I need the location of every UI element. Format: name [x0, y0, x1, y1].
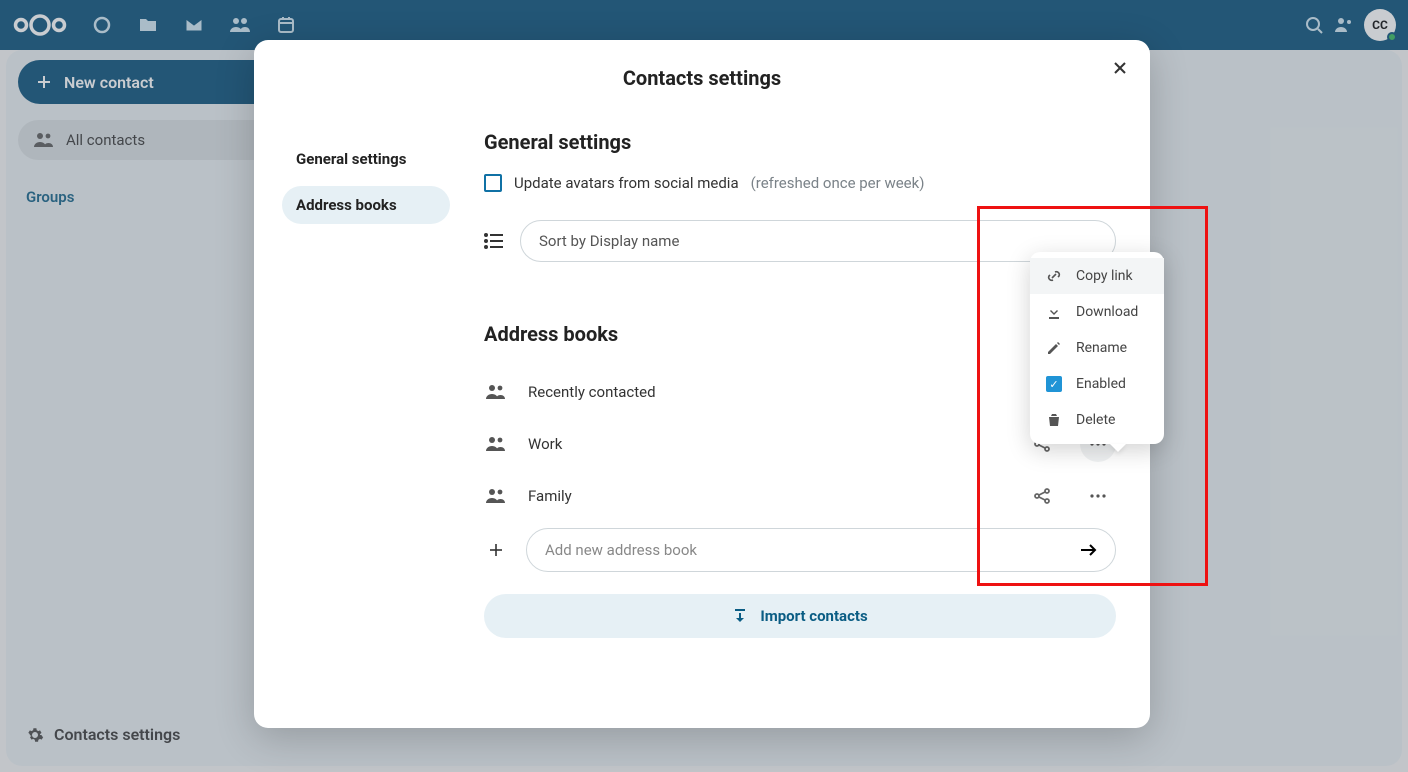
import-contacts-button[interactable]: Import contacts — [484, 594, 1116, 638]
address-book-row-recent: Recently contacted — [484, 366, 1116, 418]
group-icon — [484, 384, 508, 400]
sort-value: Sort by Display name — [539, 232, 679, 250]
add-placeholder: Add new address book — [545, 541, 697, 559]
modal-nav: General settings Address books — [254, 100, 464, 728]
checkbox-hint: (refreshed once per week) — [751, 174, 925, 192]
import-label: Import contacts — [760, 607, 867, 625]
general-heading: General settings — [484, 130, 1116, 154]
checkbox-label: Update avatars from social media — [514, 174, 739, 192]
list-icon — [484, 232, 504, 250]
ab-label: Work — [528, 435, 1004, 453]
ab-label: Family — [528, 487, 1004, 505]
menu-label: Download — [1076, 304, 1138, 320]
group-icon — [484, 436, 508, 452]
address-book-row-family: Family — [484, 470, 1116, 522]
ab-label: Recently contacted — [528, 383, 1116, 401]
menu-delete[interactable]: Delete — [1030, 402, 1164, 438]
nav-address-books[interactable]: Address books — [282, 186, 450, 224]
menu-label: Copy link — [1076, 268, 1133, 284]
share-icon[interactable] — [1024, 478, 1060, 514]
address-books-heading: Address books — [484, 322, 1116, 346]
sort-by-select[interactable]: Sort by Display name — [520, 220, 1116, 262]
modal-title: Contacts settings — [254, 40, 1150, 100]
menu-rename[interactable]: Rename — [1030, 330, 1164, 366]
settings-modal: Contacts settings General settings Addre… — [254, 40, 1150, 728]
checked-icon: ✓ — [1046, 376, 1062, 392]
plus-icon — [484, 542, 508, 558]
menu-enabled[interactable]: ✓ Enabled — [1030, 366, 1164, 402]
nav-general-settings[interactable]: General settings — [282, 140, 450, 178]
group-icon — [484, 488, 508, 504]
add-address-book-input[interactable]: Add new address book — [526, 528, 1116, 572]
menu-label: Delete — [1076, 412, 1115, 428]
address-book-row-work: Work — [484, 418, 1116, 470]
menu-download[interactable]: Download — [1030, 294, 1164, 330]
checkbox-icon — [484, 174, 502, 192]
close-button[interactable] — [1106, 54, 1134, 82]
update-avatars-checkbox[interactable]: Update avatars from social media (refres… — [484, 174, 1116, 192]
arrow-right-icon[interactable] — [1079, 542, 1099, 558]
more-icon[interactable] — [1080, 478, 1116, 514]
address-book-menu: Copy link Download Rename ✓ Enabled Dele… — [1030, 252, 1164, 444]
menu-label: Enabled — [1076, 376, 1126, 392]
menu-copy-link[interactable]: Copy link — [1030, 258, 1164, 294]
menu-label: Rename — [1076, 340, 1127, 356]
